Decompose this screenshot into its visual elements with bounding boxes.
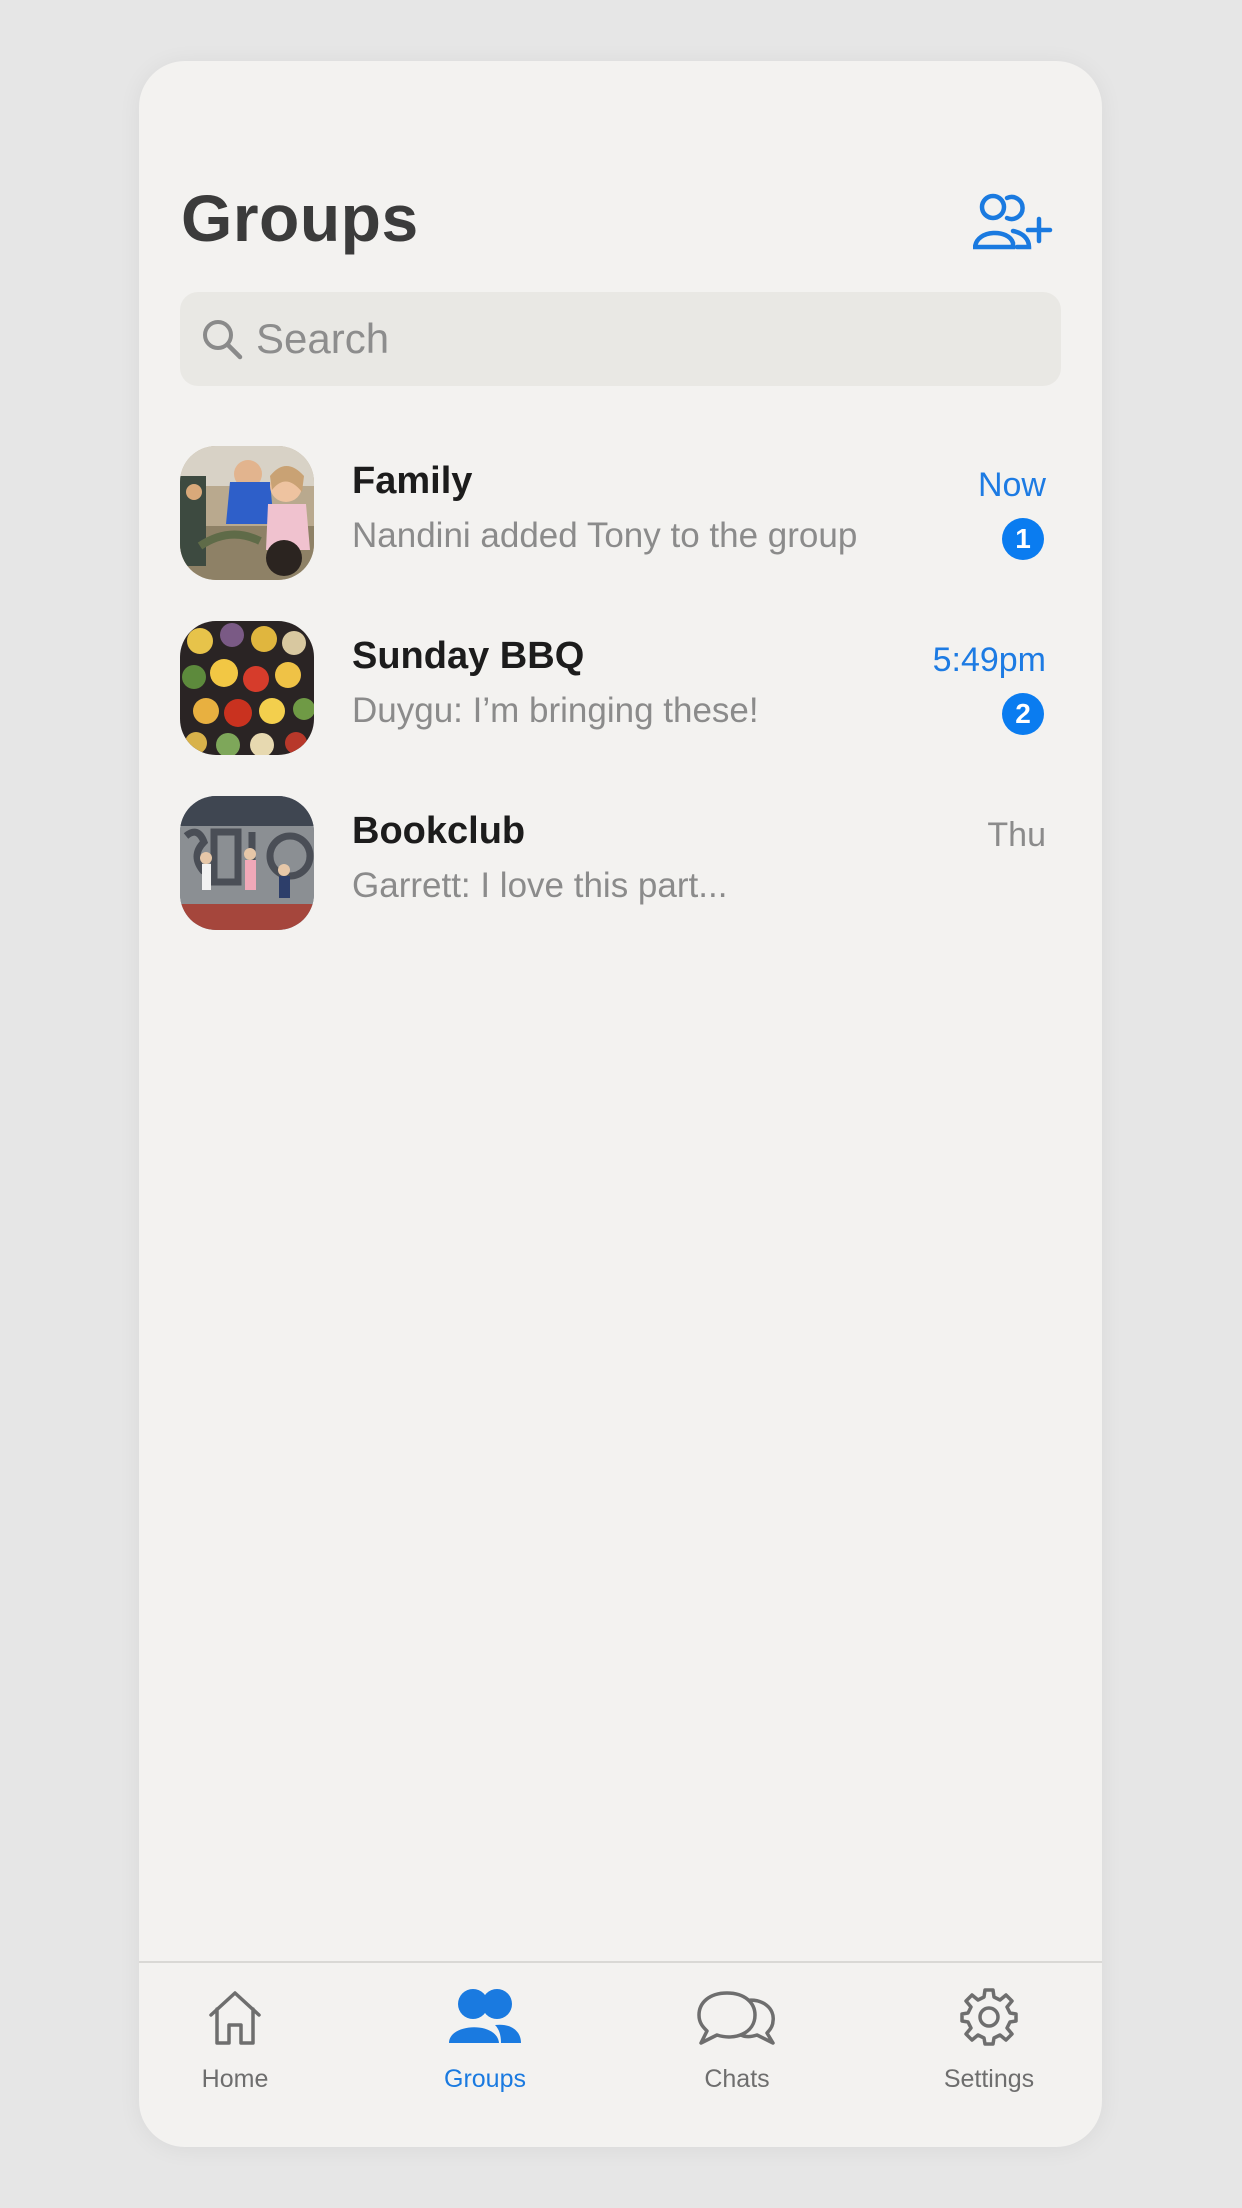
tab-settings[interactable]: Settings [909,1987,1069,2097]
tab-label: Settings [943,2065,1035,2093]
tab-label: Chats [704,2065,770,2093]
group-name: Family [352,460,473,502]
unread-badge: 1 [1002,518,1044,560]
group-row-family[interactable]: Family Nandini added Tony to the group N… [180,446,1061,580]
group-last-message: Duygu: I’m bringing these! [352,691,759,730]
tab-chats[interactable]: Chats [657,1987,817,2097]
search-icon [203,320,243,360]
group-avatar-sunday-bbq [180,621,314,755]
group-time: 5:49pm [932,641,1046,679]
tab-label: Home [201,2065,269,2093]
group-time: Thu [987,816,1046,854]
group-avatar-bookclub [180,796,314,930]
house-icon [209,1991,261,2045]
unread-badge: 2 [1002,693,1044,735]
group-name: Sunday BBQ [352,635,585,677]
tab-label: Groups [444,2065,526,2093]
tab-groups[interactable]: Groups [405,1987,565,2097]
search-input[interactable] [256,315,1016,363]
group-time: Now [977,466,1046,504]
tab-bar: Home Groups Chats Settings [139,1961,1102,2147]
add-people-icon [972,193,1053,250]
page-title: Groups [181,181,419,255]
tab-home[interactable]: Home [155,1987,315,2097]
group-last-message: Nandini added Tony to the group [352,516,858,555]
search-bar[interactable] [180,292,1061,386]
add-group-button[interactable] [972,193,1057,253]
gear-icon [960,1988,1018,2046]
chat-bubbles-icon [697,1991,775,2045]
group-row-sunday-bbq[interactable]: Sunday BBQ Duygu: I’m bringing these! 5:… [180,621,1061,755]
group-last-message: Garrett: I love this part... [352,866,728,905]
app-screen: Groups Search Family Nandini added Tony … [139,61,1102,2147]
people-icon [449,1989,521,2043]
group-name: Bookclub [352,810,526,852]
group-avatar-family [180,446,314,580]
group-row-bookclub[interactable]: Bookclub Garrett: I love this part... Th… [180,796,1061,930]
